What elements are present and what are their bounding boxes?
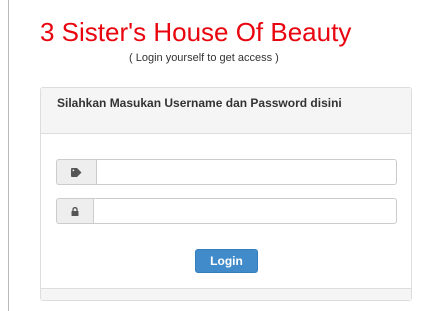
tag-icon <box>56 159 96 185</box>
login-subtitle: ( Login yourself to get access ) <box>129 52 279 64</box>
site-title: 3 Sister's House Of Beauty <box>40 17 352 47</box>
password-input-group <box>56 198 397 224</box>
password-input[interactable] <box>93 198 397 224</box>
page-left-border <box>8 0 9 311</box>
panel-heading-text: Silahkan Masukan Username dan Password d… <box>57 96 342 110</box>
panel-footer <box>41 288 411 300</box>
login-panel: Silahkan Masukan Username dan Password d… <box>40 87 412 301</box>
username-input[interactable] <box>96 159 397 185</box>
username-input-group <box>56 159 397 185</box>
login-button[interactable]: Login <box>195 249 258 273</box>
panel-heading: Silahkan Masukan Username dan Password d… <box>41 88 411 134</box>
lock-icon <box>56 198 93 224</box>
